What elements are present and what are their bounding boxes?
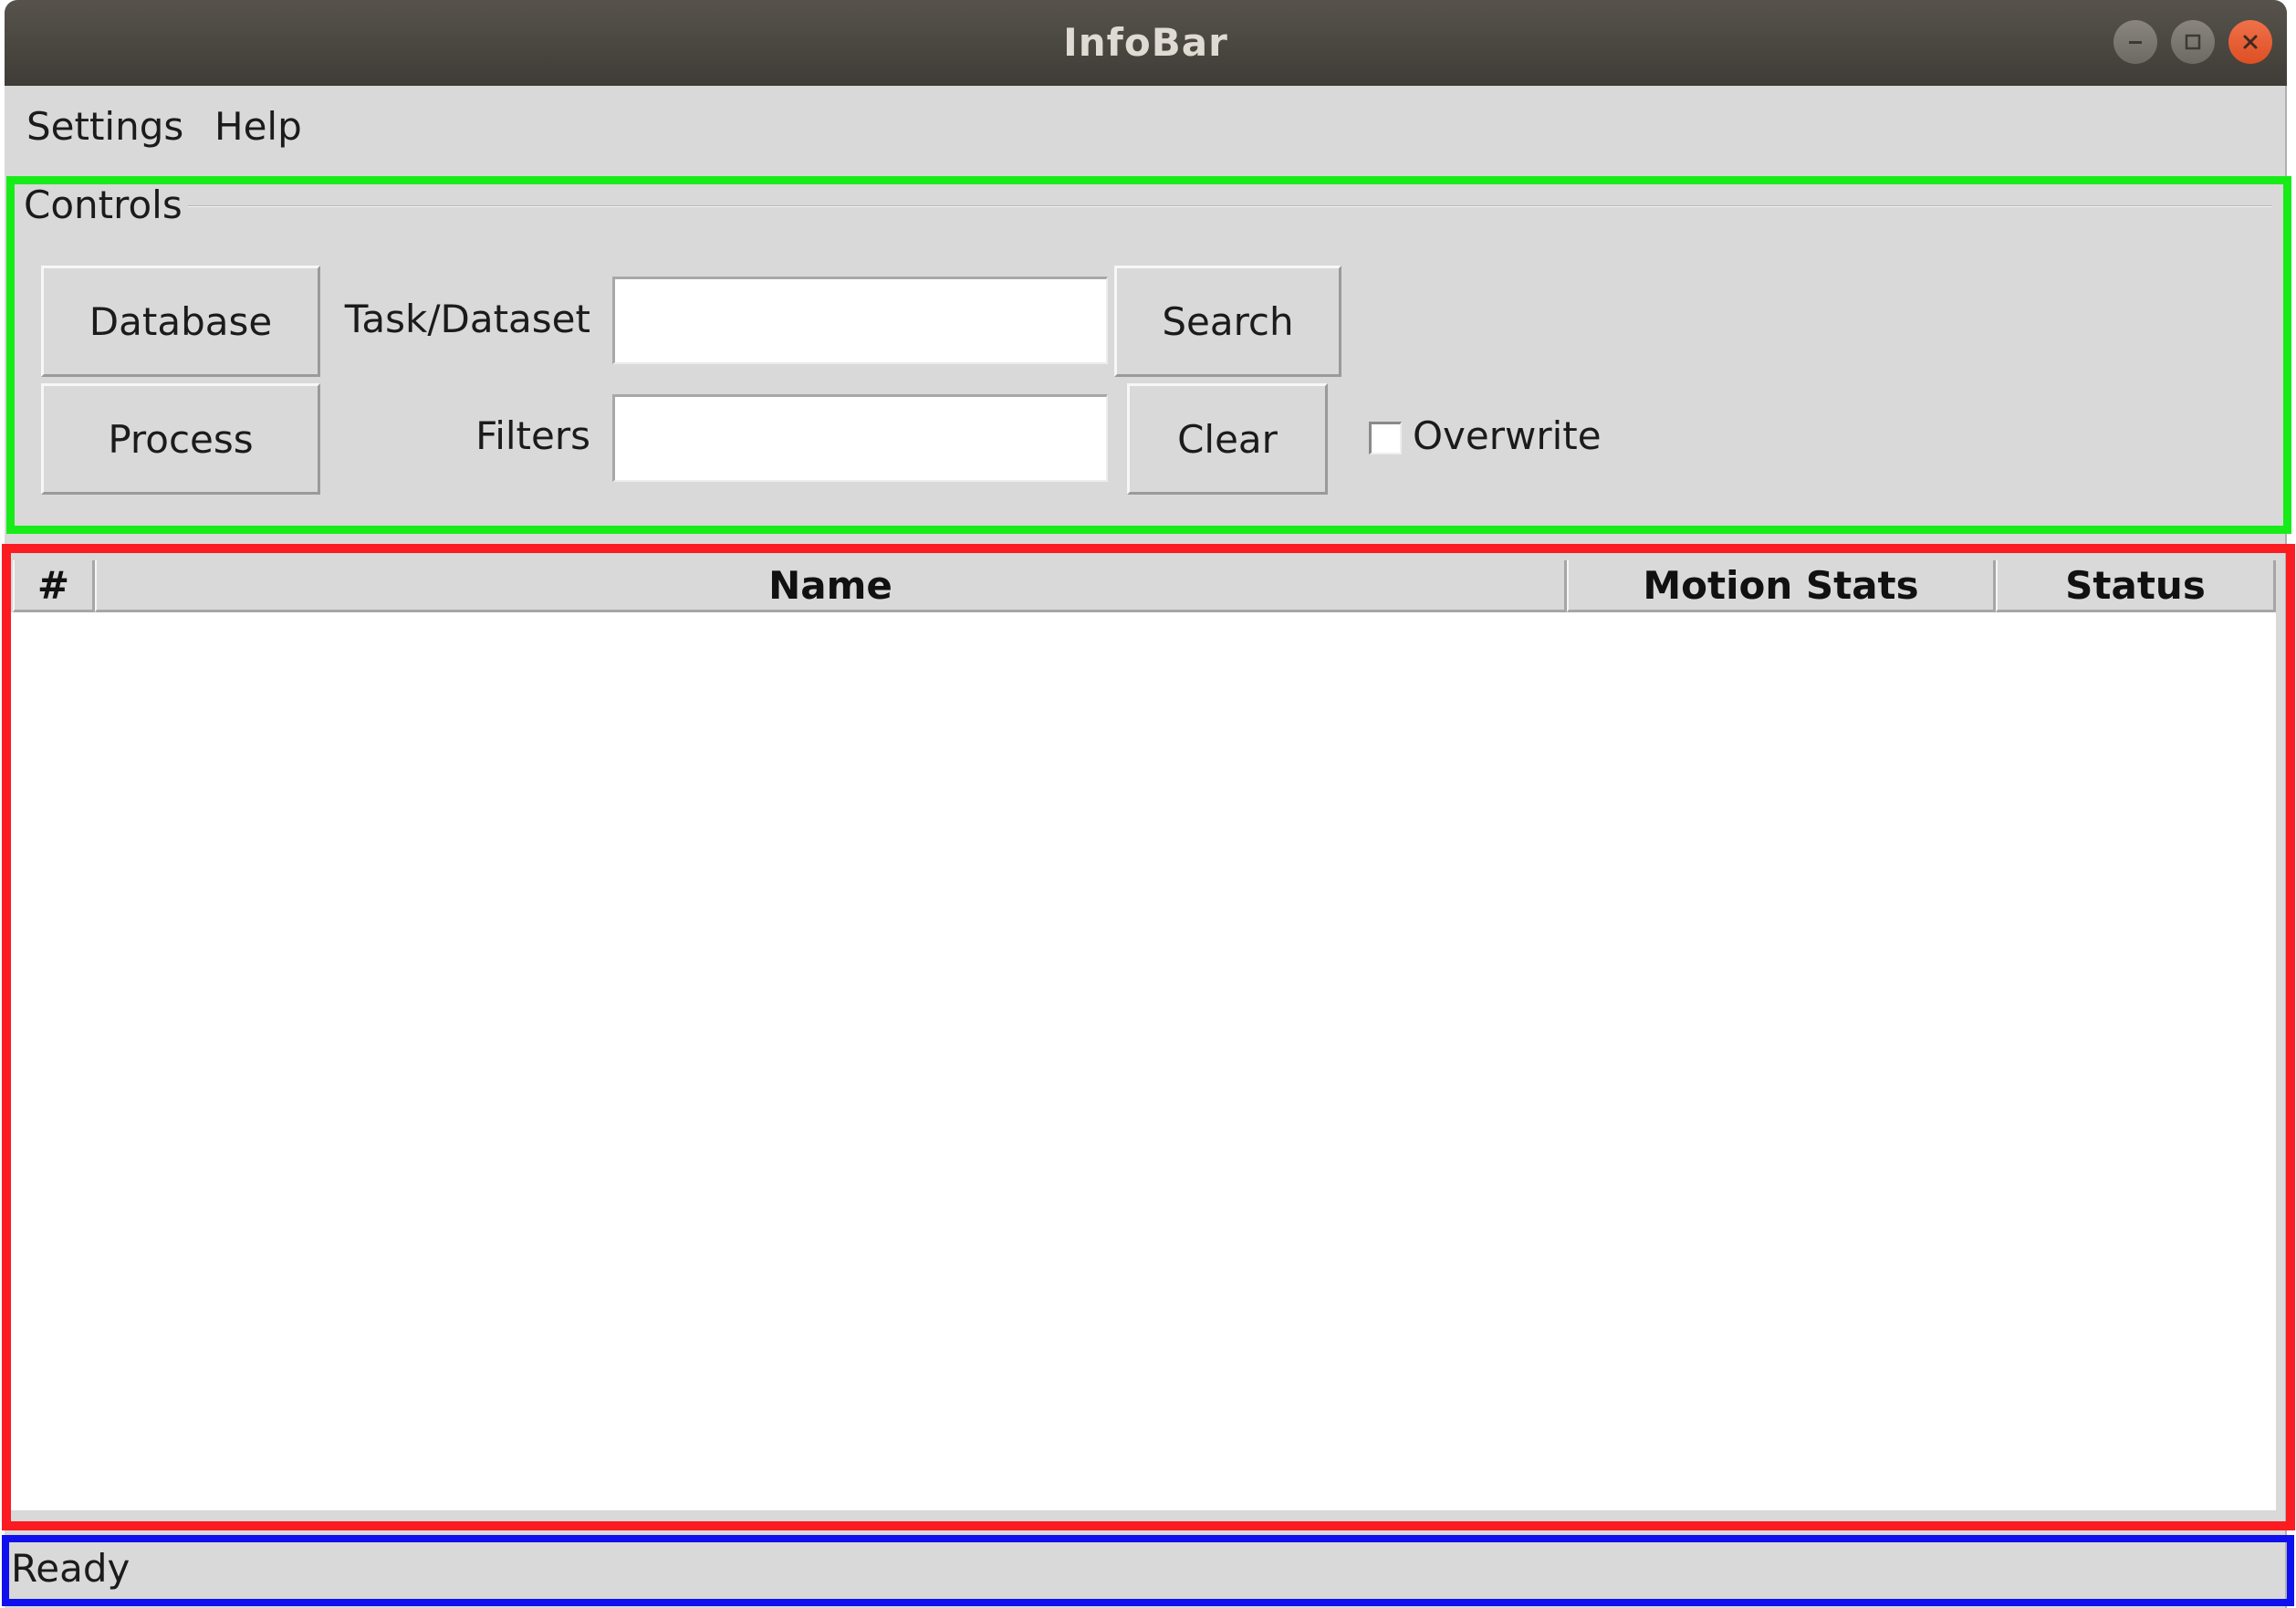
menu-bar: Settings Help: [5, 86, 2287, 173]
title-bar: InfoBar: [5, 0, 2287, 86]
close-icon: [2243, 35, 2258, 49]
window-title: InfoBar: [1063, 20, 1228, 65]
minimize-icon: [2129, 41, 2142, 44]
menu-settings[interactable]: Settings: [26, 104, 183, 149]
table-highlight-box: [2, 544, 2295, 1530]
maximize-button[interactable]: [2171, 20, 2215, 64]
status-highlight-box: [2, 1535, 2294, 1606]
maximize-icon: [2185, 34, 2201, 50]
menu-help[interactable]: Help: [214, 104, 302, 149]
close-button[interactable]: [2228, 20, 2272, 64]
controls-highlight-box: [6, 176, 2291, 534]
minimize-button[interactable]: [2113, 20, 2157, 64]
